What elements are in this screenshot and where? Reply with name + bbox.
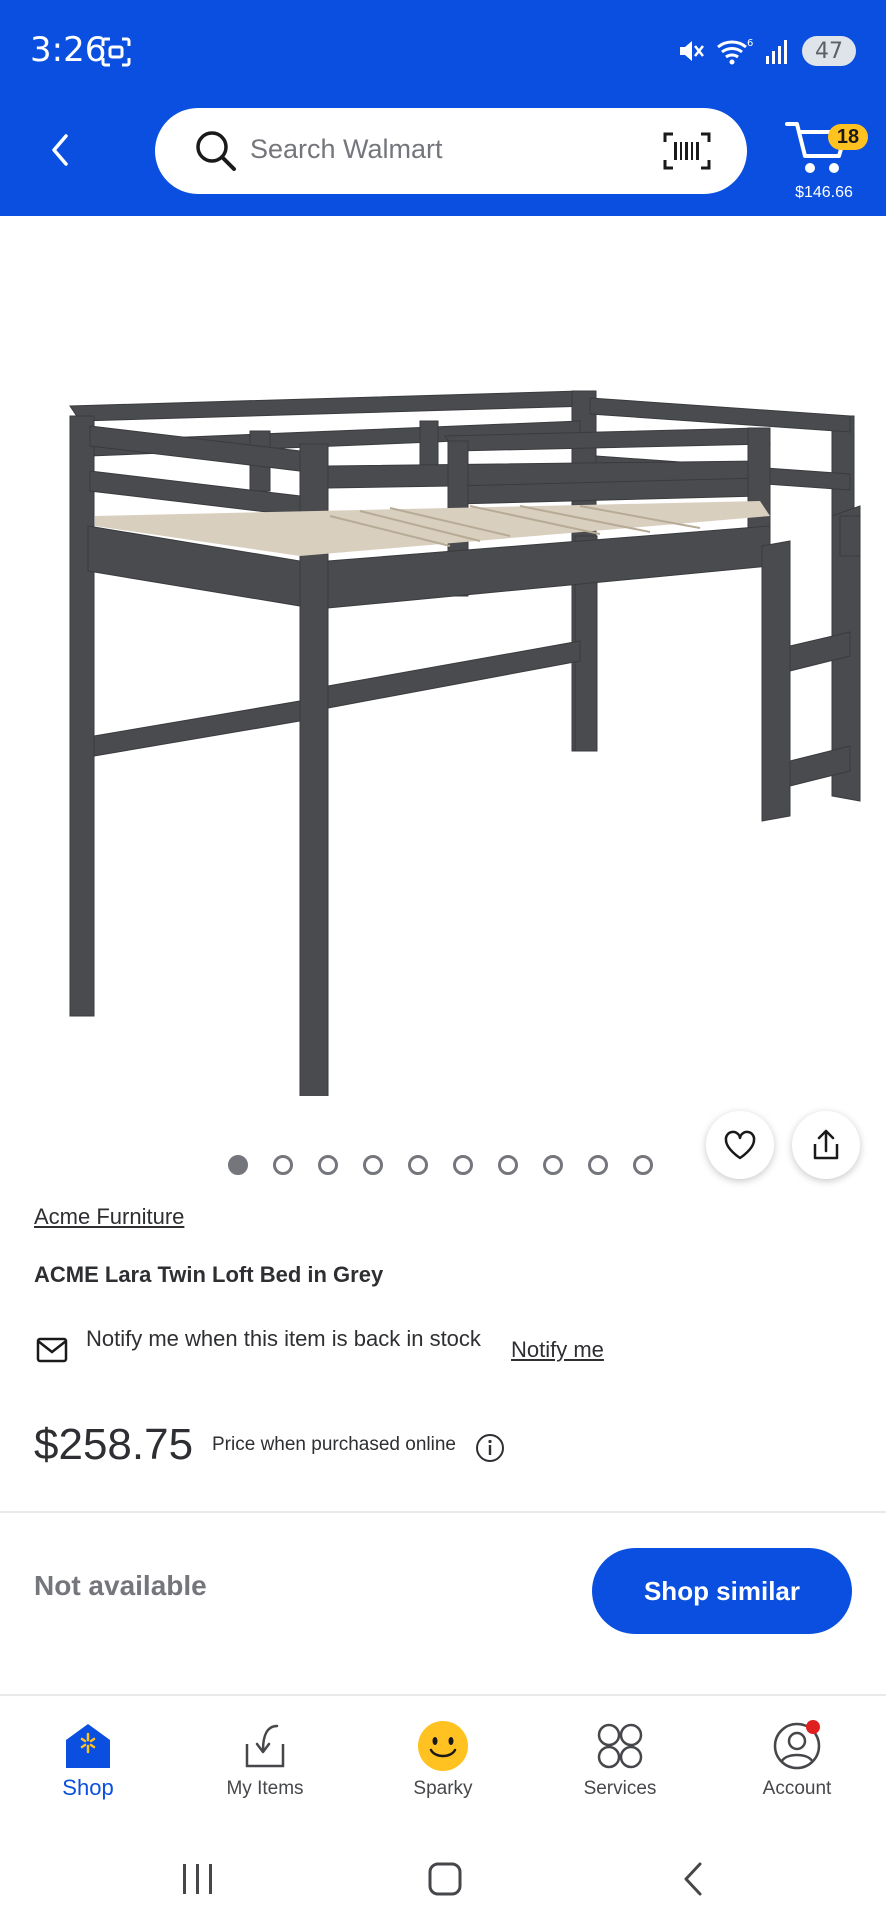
nav-shop[interactable]: Shop	[8, 1696, 168, 1836]
app-header: 3:26 6 47 Search Walmart 18 $146.66	[0, 0, 886, 216]
cart-count-badge: 18	[828, 124, 868, 150]
share-icon	[813, 1129, 839, 1160]
nav-account[interactable]: Account	[717, 1696, 877, 1836]
system-navigation-bar	[0, 1834, 886, 1920]
status-bar: 3:26 6 47	[0, 0, 886, 100]
availability-status: Not available	[34, 1570, 207, 1601]
price-note: Price when purchased online	[212, 1434, 456, 1455]
nav-label: Shop	[62, 1775, 114, 1800]
image-carousel-dots	[228, 1155, 653, 1179]
carousel-dot[interactable]	[273, 1155, 293, 1175]
product-image[interactable]	[0, 216, 886, 1145]
shop-similar-button[interactable]: Shop similar	[592, 1548, 852, 1634]
barcode-scanner-icon[interactable]	[663, 130, 711, 172]
bottom-navigation: Shop My Items Sparky Services Account	[0, 1694, 886, 1834]
shop-icon	[66, 1724, 110, 1768]
status-time: 3:26	[30, 30, 107, 70]
cart-button[interactable]: 18 $146.66	[784, 114, 868, 204]
mail-icon	[36, 1337, 68, 1363]
back-arrow-icon	[684, 1862, 702, 1896]
nav-label: My Items	[226, 1778, 304, 1799]
nav-label: Account	[762, 1778, 832, 1799]
product-title: ACME Lara Twin Loft Bed in Grey	[34, 1262, 384, 1287]
wifi-icon: 6	[717, 38, 753, 65]
carousel-dot[interactable]	[588, 1155, 608, 1175]
recent-apps-icon	[183, 1864, 212, 1894]
carousel-dot[interactable]	[543, 1155, 563, 1175]
my-items-icon	[245, 1724, 285, 1768]
heart-icon	[724, 1130, 756, 1160]
nav-label: Services	[583, 1778, 657, 1799]
nav-label: Sparky	[413, 1778, 473, 1799]
search-icon	[196, 131, 236, 171]
system-back-button[interactable]	[668, 1854, 718, 1904]
nav-services[interactable]: Services	[540, 1696, 700, 1836]
brand-link[interactable]: Acme Furniture	[34, 1204, 184, 1230]
services-icon	[597, 1723, 643, 1769]
signal-icon	[766, 40, 787, 64]
carousel-dot[interactable]	[408, 1155, 428, 1175]
status-icons: 6 47	[676, 34, 856, 68]
notification-dot	[806, 1720, 820, 1734]
search-placeholder: Search Walmart	[250, 134, 443, 164]
carousel-dot[interactable]	[498, 1155, 518, 1175]
share-button[interactable]	[792, 1111, 860, 1179]
mute-icon	[680, 41, 704, 61]
sparky-icon	[418, 1721, 468, 1771]
notify-text: Notify me when this item is back in stoc…	[86, 1326, 481, 1351]
home-icon	[428, 1862, 462, 1896]
info-icon[interactable]	[474, 1432, 506, 1464]
account-icon	[773, 1720, 821, 1770]
battery-indicator: 47	[802, 36, 856, 66]
carousel-dot[interactable]	[363, 1155, 383, 1175]
cart-total: $146.66	[795, 184, 853, 201]
carousel-dot[interactable]	[318, 1155, 338, 1175]
nav-my-items[interactable]: My Items	[185, 1696, 345, 1836]
chevron-left-icon	[52, 134, 68, 166]
loft-bed-image	[69, 390, 861, 1145]
carousel-dot[interactable]	[633, 1155, 653, 1175]
back-button[interactable]	[40, 130, 80, 170]
product-price: $258.75	[34, 1420, 194, 1469]
favorite-button[interactable]	[706, 1111, 774, 1179]
search-bar[interactable]: Search Walmart	[155, 108, 747, 194]
carousel-dot[interactable]	[453, 1155, 473, 1175]
screenshot-icon	[101, 37, 131, 67]
section-divider	[0, 1511, 886, 1513]
recent-apps-button[interactable]	[173, 1854, 223, 1904]
notify-row: Notify me when this item is back in stoc…	[34, 1324, 854, 1384]
notify-me-link[interactable]: Notify me	[511, 1337, 604, 1363]
carousel-dot[interactable]	[228, 1155, 248, 1175]
wifi-label: 6	[747, 38, 753, 49]
nav-sparky[interactable]: Sparky	[363, 1696, 523, 1836]
home-button[interactable]	[420, 1854, 470, 1904]
